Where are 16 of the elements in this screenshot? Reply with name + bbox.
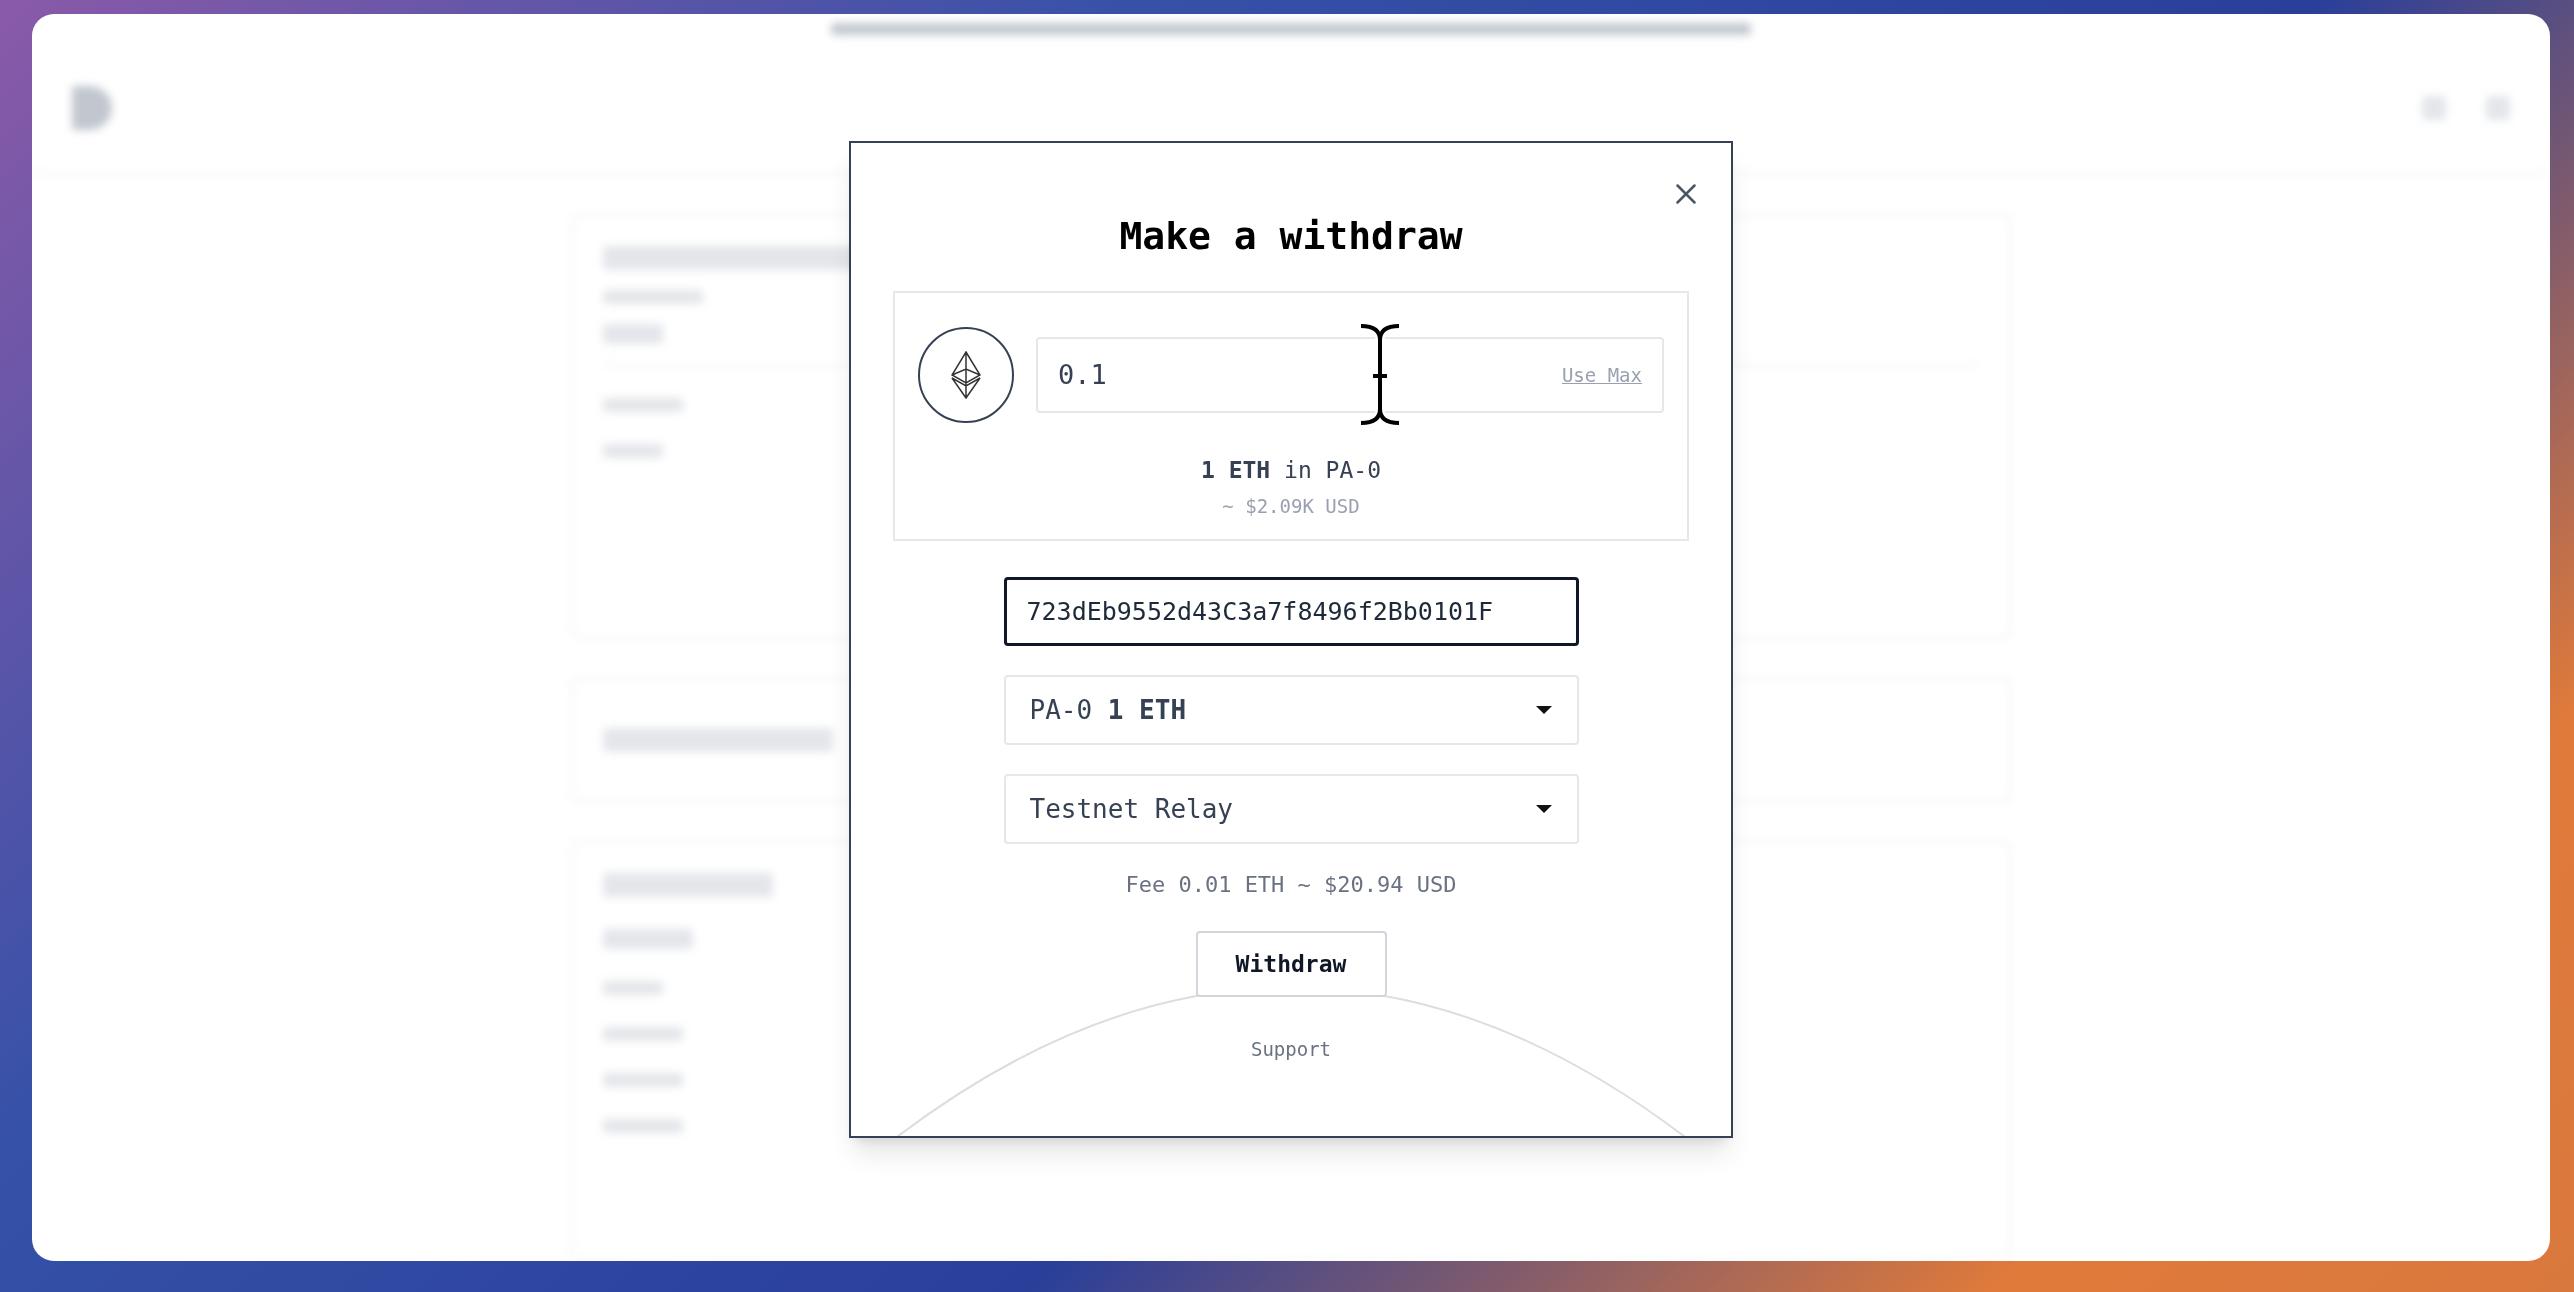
support-link[interactable]: Support bbox=[1250, 1035, 1332, 1064]
fee-text: Fee 0.01 ETH ~ $20.94 USD bbox=[1125, 871, 1457, 899]
select-dropdown[interactable]: Testnet Relay bbox=[1003, 774, 1579, 844]
balance-text: 1 ETH in PA-0 bbox=[1201, 456, 1381, 485]
select-dropdown[interactable]: PA-0 1 ETH bbox=[1003, 675, 1579, 745]
dialog-title: Make a withdraw bbox=[1119, 213, 1463, 260]
caret-icon bbox=[1534, 705, 1553, 715]
caret-icon bbox=[1534, 804, 1553, 814]
amount-field[interactable]: 0.1 Use Max bbox=[1036, 337, 1664, 413]
withdraw-button[interactable]: Withdraw bbox=[1195, 931, 1387, 997]
ethereum-icon bbox=[918, 327, 1014, 423]
blurred-icon bbox=[2486, 95, 2510, 120]
balance-usd: ~ $2.09K USD bbox=[1222, 493, 1360, 519]
address-field[interactable]: 723dEb9552d43C3a7f8496f2Bb0101F bbox=[1003, 577, 1579, 646]
blurred-icon bbox=[2422, 95, 2446, 120]
logo-icon bbox=[72, 85, 112, 130]
